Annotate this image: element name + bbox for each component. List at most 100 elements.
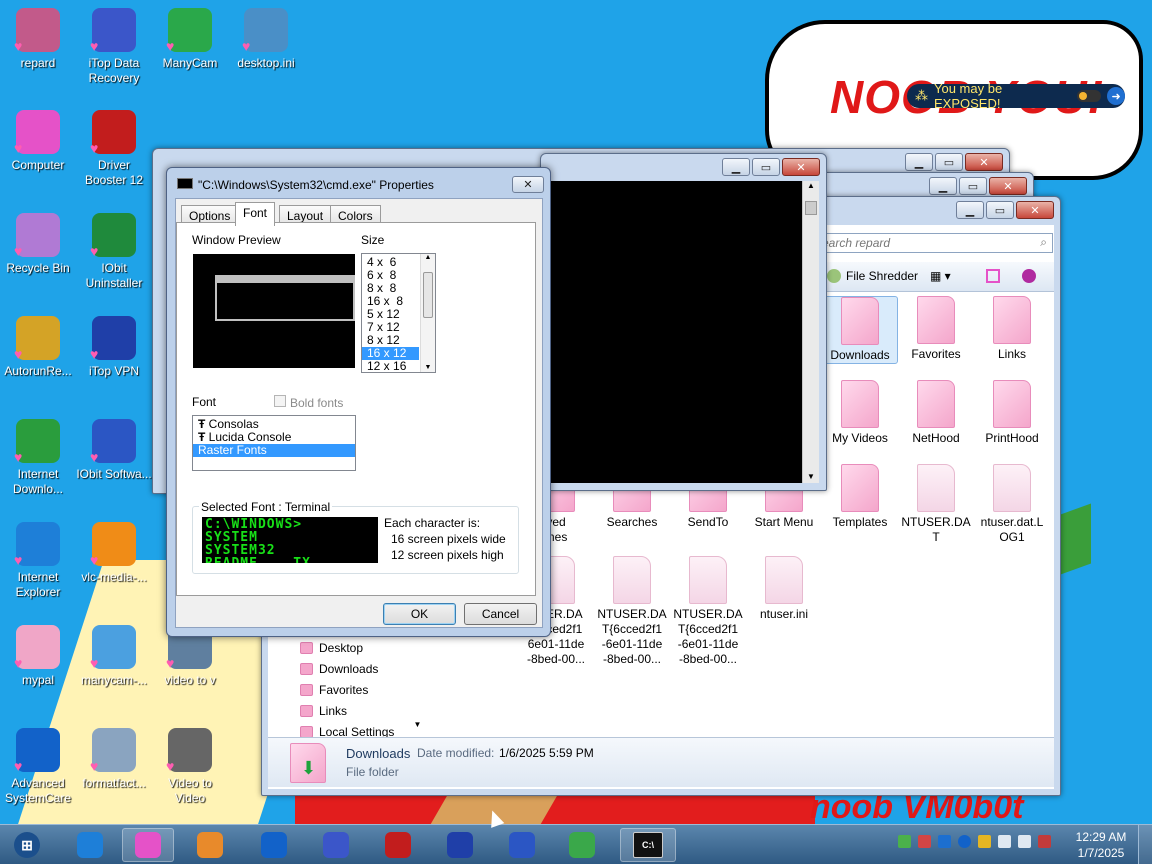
minimize-button[interactable]: ▁: [929, 177, 957, 195]
font-option[interactable]: Raster Fonts: [193, 444, 355, 457]
console-output[interactable]: [548, 181, 802, 483]
cancel-button[interactable]: Cancel: [464, 603, 537, 625]
heart-overlay-icon: ♥: [90, 655, 99, 671]
close-button[interactable]: ✕: [782, 158, 820, 176]
desktop-icon[interactable]: ♥ Video to Video: [152, 728, 228, 806]
desktop-icon[interactable]: ♥ AutorunRe...: [0, 316, 76, 379]
close-button[interactable]: ✕: [1016, 201, 1054, 219]
taskbar-internet-explorer[interactable]: [64, 828, 116, 862]
size-option[interactable]: 12 x 16: [362, 360, 419, 373]
ok-button[interactable]: OK: [383, 603, 456, 625]
tray-icon-1[interactable]: [898, 835, 911, 848]
app-icon: ♥: [14, 8, 60, 54]
taskbar-driver-booster[interactable]: [372, 828, 424, 862]
file-item[interactable]: ntuser.ini: [746, 556, 822, 622]
close-button[interactable]: ✕: [965, 153, 1003, 171]
desktop-icon[interactable]: ♥ Computer: [0, 110, 76, 173]
font-listbox[interactable]: Ŧ Consolas Ŧ Lucida Console Raster Fonts: [192, 415, 356, 471]
tray-icon-3[interactable]: [938, 835, 951, 848]
tab-font[interactable]: Font: [235, 202, 276, 226]
desktop-icon[interactable]: ♥ desktop.ini: [228, 8, 304, 71]
exposed-warning-pill[interactable]: ⁂ You may be EXPOSED! ➜: [907, 81, 1125, 111]
tray-flag-icon[interactable]: [1038, 835, 1051, 848]
help-button[interactable]: [1022, 269, 1036, 283]
preview-pane-button[interactable]: [986, 269, 1000, 283]
taskbar-advanced-systemcare[interactable]: [248, 828, 300, 862]
taskbar-green-app[interactable]: [556, 828, 608, 862]
taskbar-start[interactable]: ⊞: [2, 828, 52, 862]
minimize-button[interactable]: ▁: [956, 201, 984, 219]
desktop-icon[interactable]: ♥ mypal: [0, 625, 76, 688]
taskbar-command-prompt[interactable]: C:\: [620, 828, 676, 862]
desktop-icon[interactable]: ♥ iTop VPN: [76, 316, 152, 379]
itop-data-recovery-icon: [323, 832, 349, 858]
iobit-software-icon: [509, 832, 535, 858]
search-input[interactable]: earch repard ⌕: [815, 233, 1053, 253]
file-item[interactable]: Links: [974, 296, 1050, 362]
file-item[interactable]: My Videos: [822, 380, 898, 446]
file-item[interactable]: NTUSER.DA T: [898, 464, 974, 545]
nav-item[interactable]: Downloads: [300, 662, 378, 676]
desktop-icon[interactable]: ♥ iTop Data Recovery: [76, 8, 152, 86]
minimize-button[interactable]: ▁: [905, 153, 933, 171]
tray-network-icon[interactable]: [998, 835, 1011, 848]
details-type: File folder: [346, 765, 399, 779]
desktop-icon[interactable]: ♥ IObit Softwa...: [76, 419, 152, 482]
desktop-icon[interactable]: ♥ manycam-...: [76, 625, 152, 688]
tray-icon-2[interactable]: [918, 835, 931, 848]
char-info-high: 12 screen pixels high: [391, 548, 504, 562]
nav-item[interactable]: Desktop: [300, 641, 363, 655]
desktop-icon[interactable]: ♥ Driver Booster 12: [76, 110, 152, 188]
desktop-icon[interactable]: ♥ ManyCam: [152, 8, 228, 71]
dialog-close-button[interactable]: ✕: [512, 176, 544, 193]
clock[interactable]: 12:29 AM 1/7/2025: [1068, 829, 1134, 861]
heart-overlay-icon: ♥: [90, 140, 99, 156]
maximize-button[interactable]: ▭: [959, 177, 987, 195]
file-item[interactable]: ntuser.dat.L OG1: [974, 464, 1050, 545]
nav-item[interactable]: Favorites: [300, 683, 368, 697]
desktop-icon[interactable]: ♥ repard: [0, 8, 76, 71]
taskbar-itop-data-recovery[interactable]: [310, 828, 362, 862]
file-item[interactable]: NTUSER.DA T{6cced2f1 -6e01-11de -8bed-00…: [594, 556, 670, 667]
desktop-icon[interactable]: ♥ Advanced SystemCare: [0, 728, 76, 806]
file-item[interactable]: NetHood: [898, 380, 974, 446]
desktop-icon[interactable]: ♥ vlc-media-...: [76, 522, 152, 585]
minimize-button[interactable]: ▁: [722, 158, 750, 176]
file-item[interactable]: PrintHood: [974, 380, 1050, 446]
file-item[interactable]: NTUSER.DA T{6cced2f1 -6e01-11de -8bed-00…: [670, 556, 746, 667]
nav-scrollbar[interactable]: ▼: [411, 720, 424, 735]
bold-fonts-checkbox[interactable]: [274, 395, 286, 407]
console-scrollbar[interactable]: ▲ ▼: [802, 181, 819, 483]
maximize-button[interactable]: ▭: [986, 201, 1014, 219]
desktop-icon-label: AutorunRe...: [4, 364, 72, 378]
toggle-icon[interactable]: [1077, 90, 1102, 102]
file-item[interactable]: Favorites: [898, 296, 974, 362]
file-item[interactable]: Downloads: [822, 296, 898, 364]
tray-shield-icon[interactable]: [978, 835, 991, 848]
desktop-icon[interactable]: ♥ Internet Downlo...: [0, 419, 76, 497]
desktop-icon[interactable]: ♥ IObit Uninstaller: [76, 213, 152, 291]
view-options-button[interactable]: ▦ ▾: [930, 269, 951, 283]
maximize-button[interactable]: ▭: [935, 153, 963, 171]
taskbar-iobit-software[interactable]: [496, 828, 548, 862]
desktop-icon[interactable]: ♥ formatfact...: [76, 728, 152, 791]
taskbar: ⊞ C:\ 12:29 AM 1/7/2025: [0, 824, 1152, 864]
file-shredder-button[interactable]: File Shredder: [827, 269, 918, 283]
tray-volume-icon[interactable]: [1018, 835, 1031, 848]
arrow-right-icon[interactable]: ➜: [1107, 87, 1125, 105]
folder-icon: [917, 380, 955, 428]
maximize-button[interactable]: ▭: [752, 158, 780, 176]
font-sample: C:\WINDOWS>SYSTEMSYSTEM32README TX: [202, 517, 378, 563]
taskbar-media-player[interactable]: [184, 828, 236, 862]
tray-icon-4[interactable]: [958, 835, 971, 848]
file-item[interactable]: Templates: [822, 464, 898, 530]
desktop-icon[interactable]: ♥ Recycle Bin: [0, 213, 76, 276]
desktop-icon[interactable]: ♥ Internet Explorer: [0, 522, 76, 600]
folder-icon: [841, 297, 879, 345]
taskbar-itop-vpn[interactable]: [434, 828, 486, 862]
show-desktop-button[interactable]: [1138, 825, 1152, 864]
taskbar-file-explorer[interactable]: [122, 828, 174, 862]
size-scrollbar[interactable]: ▲ ▼: [420, 254, 435, 372]
nav-item[interactable]: Links: [300, 704, 347, 718]
close-button[interactable]: ✕: [989, 177, 1027, 195]
